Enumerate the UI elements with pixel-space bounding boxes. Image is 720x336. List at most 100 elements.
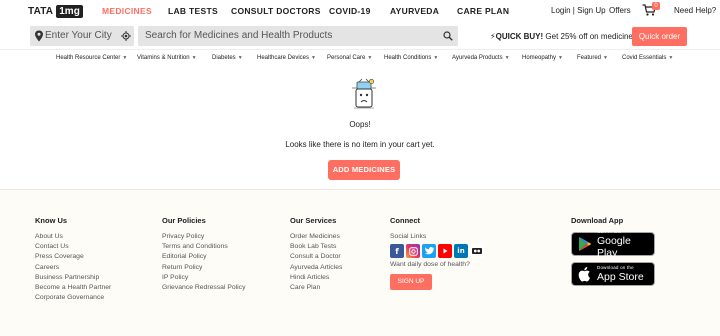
footer-link-hindi-articles[interactable]: Hindi Articles: [290, 273, 342, 283]
nav-covid-19[interactable]: COVID-19: [329, 6, 371, 16]
chevron-down-icon: ▼: [237, 55, 243, 61]
footer-link-return-policy[interactable]: Return Policy: [162, 263, 245, 273]
footer-heading: Download App: [571, 216, 624, 225]
category-label: Covid Essentials: [622, 55, 667, 61]
category-covid-essentials[interactable]: Covid Essentials ▼: [622, 55, 673, 61]
chevron-down-icon: ▼: [311, 55, 316, 61]
quick-order-button[interactable]: Quick order: [632, 27, 687, 46]
nav-consult-doctors[interactable]: CONSULT DOCTORS: [231, 6, 321, 16]
footer-link-business-partnership[interactable]: Business Partnership: [35, 273, 111, 283]
footer-link-care-plan[interactable]: Care Plan: [290, 283, 342, 293]
nav-ayurveda[interactable]: AYURVEDA: [390, 6, 439, 16]
category-bar: Health Resource Center ▼ Vitamins & Nutri…: [0, 51, 720, 67]
footer-our-policies: Our Policies Privacy Policy Terms and Co…: [162, 216, 245, 293]
footer-connect: Connect Social Links f in Want daily dos…: [390, 216, 484, 291]
category-healthcare-devices[interactable]: Healthcare Devices ▼: [257, 55, 316, 61]
flickr-icon[interactable]: [470, 244, 484, 259]
instagram-icon[interactable]: [406, 244, 420, 259]
category-label: Featured: [577, 55, 602, 61]
empty-cart-message: Looks like there is no item in your cart…: [285, 140, 435, 149]
search-placeholder: Search for Medicines and Health Products: [145, 30, 333, 41]
social-icons: f in: [390, 244, 484, 259]
social-links-label: Social Links: [390, 233, 427, 240]
chevron-down-icon: ▼: [504, 55, 510, 61]
signup-button[interactable]: SIGN UP: [390, 274, 432, 291]
youtube-icon[interactable]: [438, 244, 452, 259]
cart-count-badge: 0: [652, 2, 660, 10]
category-featured[interactable]: Featured ▼: [577, 55, 608, 61]
offers-link[interactable]: Offers: [609, 6, 631, 15]
add-medicines-button[interactable]: ADD MEDICINES: [328, 160, 400, 180]
login-signup-link[interactable]: Login | Sign Up: [551, 6, 606, 15]
category-label: Health Conditions: [384, 55, 432, 61]
footer-know-us: Know Us About Us Contact Us Press Covera…: [35, 216, 111, 303]
category-label: Healthcare Devices: [257, 55, 310, 61]
footer-link-about-us[interactable]: About Us: [35, 232, 111, 242]
category-health-conditions[interactable]: Health Conditions ▼: [384, 55, 438, 61]
footer-link-terms[interactable]: Terms and Conditions: [162, 242, 245, 252]
oops-heading: Oops!: [349, 120, 371, 129]
footer-link-grievance-policy[interactable]: Grievance Redressal Policy: [162, 283, 245, 293]
category-diabetes[interactable]: Diabetes ▼: [212, 55, 243, 61]
category-vitamins-nutrition[interactable]: Vitamins & Nutrition ▼: [137, 55, 197, 61]
footer-link-order-medicines[interactable]: Order Medicines: [290, 232, 342, 242]
google-play-text: Google Play: [596, 235, 631, 259]
footer-heading: Connect: [390, 216, 420, 225]
nav-care-plan[interactable]: CARE PLAN: [457, 6, 509, 16]
chevron-down-icon: ▼: [122, 55, 128, 61]
logo-tata-text: TATA: [28, 5, 54, 17]
google-play-badge[interactable]: GET IT ON Google Play: [571, 229, 655, 259]
detect-location-icon[interactable]: [121, 31, 131, 41]
city-input[interactable]: Enter Your City: [30, 26, 134, 46]
footer-heading: Know Us: [35, 216, 68, 225]
apple-icon: [578, 267, 590, 282]
nav-medicines[interactable]: MEDICINES: [102, 6, 152, 16]
footer-link-corporate-governance[interactable]: Corporate Governance: [35, 293, 111, 303]
footer: Know Us About Us Contact Us Press Covera…: [0, 189, 720, 336]
twitter-icon[interactable]: [422, 244, 436, 259]
search-icon[interactable]: [443, 31, 453, 41]
category-health-resource-center[interactable]: Health Resource Center ▼: [56, 55, 127, 61]
footer-link-press-coverage[interactable]: Press Coverage: [35, 252, 111, 262]
empty-cart-illustration-icon: [352, 78, 376, 109]
category-ayurveda-products[interactable]: Ayurveda Products ▼: [452, 55, 510, 61]
location-pin-icon: [35, 30, 43, 42]
footer-link-ayurveda-articles[interactable]: Ayurveda Articles: [290, 263, 342, 273]
footer-link-careers[interactable]: Careers: [35, 263, 111, 273]
category-label: Ayurveda Products: [452, 55, 503, 61]
footer-link-privacy-policy[interactable]: Privacy Policy: [162, 232, 245, 242]
category-personal-care[interactable]: Personal Care ▼: [327, 55, 372, 61]
footer-link-consult-doctor[interactable]: Consult a Doctor: [290, 252, 342, 262]
footer-link-book-lab-tests[interactable]: Book Lab Tests: [290, 242, 342, 252]
quick-buy-label: QUICK BUY!: [495, 32, 544, 41]
footer-link-editorial-policy[interactable]: Editorial Policy: [162, 252, 245, 262]
footer-heading: Our Services: [290, 216, 337, 225]
need-help-link[interactable]: Need Help?: [674, 6, 716, 15]
facebook-icon[interactable]: f: [390, 244, 404, 259]
search-input[interactable]: Search for Medicines and Health Products: [138, 26, 458, 46]
chevron-down-icon: ▼: [367, 55, 373, 61]
footer-link-become-health-partner[interactable]: Become a Health Partner: [35, 283, 111, 293]
chevron-down-icon: ▼: [558, 55, 563, 61]
quick-buy-offer: Get 25% off on medicines*: [543, 32, 640, 41]
tata-1mg-logo[interactable]: TATA 1mg: [28, 4, 83, 18]
category-homeopathy[interactable]: Homeopathy ▼: [522, 55, 563, 61]
newsletter-text: Want daily dose of health?: [390, 261, 470, 269]
app-store-badge[interactable]: Download on the App Store: [571, 262, 655, 286]
search-bar-row: Enter Your City Search for Medicines and…: [0, 23, 720, 50]
chevron-down-icon: ▼: [433, 55, 439, 61]
category-label: Personal Care: [327, 55, 366, 61]
category-label: Diabetes: [212, 55, 236, 61]
logo-1mg-text: 1mg: [56, 4, 83, 18]
top-navigation: TATA 1mg MEDICINES LAB TESTS CONSULT DOC…: [0, 0, 720, 22]
app-store-text: App Store: [597, 271, 644, 283]
google-play-icon: [578, 236, 592, 252]
chevron-down-icon: ▼: [668, 55, 674, 61]
footer-link-contact-us[interactable]: Contact Us: [35, 242, 111, 252]
nav-lab-tests[interactable]: LAB TESTS: [168, 6, 218, 16]
footer-link-ip-policy[interactable]: IP Policy: [162, 273, 245, 283]
city-placeholder: Enter Your City: [45, 30, 112, 41]
footer-heading: Our Policies: [162, 216, 206, 225]
footer-our-services: Our Services Order Medicines Book Lab Te…: [290, 216, 342, 293]
linkedin-icon[interactable]: in: [454, 244, 468, 259]
